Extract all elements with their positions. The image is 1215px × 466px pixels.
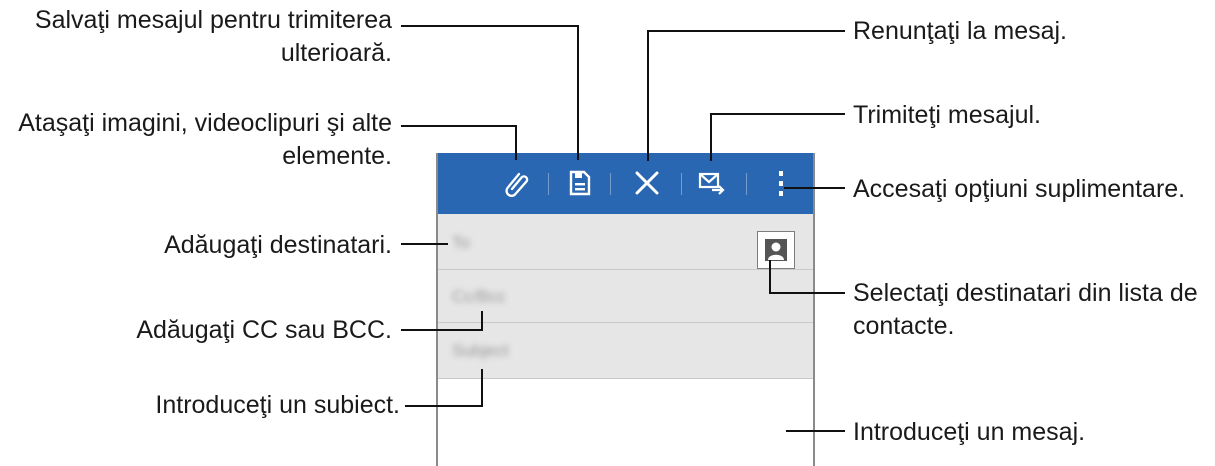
send-button[interactable] <box>690 161 734 205</box>
annotation-attach-files: Ataşaţi imagini, videoclipuri şi alte el… <box>18 109 392 170</box>
toolbar-divider <box>746 173 747 195</box>
leader-line <box>481 311 483 331</box>
subject-placeholder: Subject <box>452 341 509 360</box>
more-options-icon <box>779 171 783 196</box>
toolbar-divider <box>610 173 611 195</box>
attach-icon <box>505 172 529 197</box>
cc-bcc-placeholder: Cc/Bcc <box>452 287 506 306</box>
save-icon <box>569 170 591 196</box>
discard-button[interactable] <box>625 161 669 205</box>
annotation-send-message: Trimiteţi mesajul. <box>853 101 1041 129</box>
more-options-button[interactable] <box>759 161 803 205</box>
leader-line <box>784 187 845 189</box>
to-field[interactable]: To <box>438 214 813 270</box>
toolbar-divider <box>548 173 549 195</box>
compose-toolbar <box>438 153 813 214</box>
annotation-save-for-later: Salvaţi mesajul pentru trimiterea ulteri… <box>34 6 392 67</box>
save-button[interactable] <box>558 161 602 205</box>
cc-bcc-field[interactable]: Cc/Bcc <box>438 270 813 323</box>
leader-line <box>401 125 517 127</box>
toolbar-divider <box>681 173 682 195</box>
leader-line <box>647 30 649 161</box>
select-contacts-button[interactable] <box>757 231 795 269</box>
leader-line <box>786 430 845 432</box>
discard-icon <box>635 171 659 195</box>
leader-line <box>401 243 448 245</box>
annotation-enter-message: Introduceţi un mesaj. <box>853 418 1086 446</box>
attach-button[interactable] <box>495 161 539 205</box>
leader-line <box>769 292 845 294</box>
send-icon <box>698 172 725 195</box>
leader-line <box>401 329 483 331</box>
email-compose-screen: To Cc/Bcc Subject <box>436 153 815 466</box>
leader-line <box>710 113 845 115</box>
annotation-enter-subject: Introduceţi un subiect. <box>155 391 400 419</box>
leader-line <box>481 369 483 407</box>
leader-line <box>710 113 712 161</box>
annotation-add-recipients: Adăugaţi destinatari. <box>164 231 392 259</box>
annotation-select-from-contacts: Selectaţi destinatari din lista de conta… <box>853 279 1198 340</box>
annotation-discard-message: Renunţaţi la mesaj. <box>853 17 1068 45</box>
leader-line <box>647 30 845 32</box>
contact-icon <box>765 239 787 261</box>
subject-field[interactable]: Subject <box>438 323 813 379</box>
leader-line <box>769 260 771 294</box>
annotation-add-cc-bcc: Adăugaţi CC sau BCC. <box>136 316 392 344</box>
annotation-more-options: Accesaţi opţiuni suplimentare. <box>853 175 1186 203</box>
leader-line <box>401 25 579 27</box>
to-placeholder: To <box>452 233 470 252</box>
leader-line <box>515 125 517 160</box>
leader-line <box>577 25 579 160</box>
message-body-area[interactable] <box>438 379 813 466</box>
leader-line <box>405 405 483 407</box>
